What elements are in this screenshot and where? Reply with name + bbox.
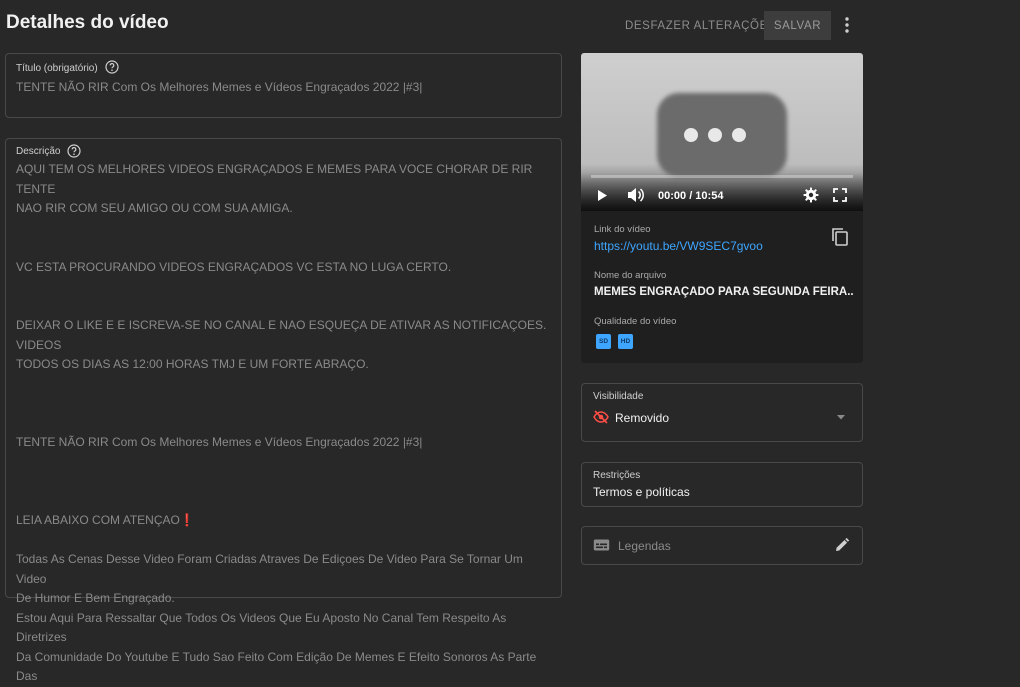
video-link-label: Link do vídeo (594, 224, 651, 235)
video-thumbnail (657, 93, 787, 177)
quality-label: Qualidade do vídeo (594, 316, 677, 327)
subtitles-field[interactable]: Legendas (581, 526, 863, 565)
subtitles-icon (593, 538, 610, 557)
restrictions-field: Restrições Termos e políticas (581, 462, 863, 507)
restrictions-label: Restrições (593, 470, 641, 481)
description-input[interactable]: AQUI TEM OS MELHORES VIDEOS ENGRAÇADOS E… (16, 160, 556, 687)
help-icon[interactable] (105, 60, 119, 74)
visibility-value: Removido (615, 411, 670, 425)
page-title: Detalhes do vídeo (6, 12, 169, 33)
undo-changes-button[interactable]: DESFAZER ALTERAÇÕES (620, 12, 781, 40)
page-header: Detalhes do vídeo DESFAZER ALTERAÇÕES SA… (0, 0, 1020, 50)
quality-badge-hd: HD (618, 334, 633, 349)
edit-pencil-icon[interactable] (834, 537, 850, 558)
title-label: Título (obrigatório) (16, 63, 98, 74)
volume-icon[interactable] (627, 187, 645, 208)
save-button[interactable]: SALVAR (764, 11, 831, 40)
title-input[interactable]: TENTE NÃO RIR Com Os Melhores Memes e Ví… (16, 80, 422, 94)
thumbnail-dot (684, 128, 698, 142)
eye-off-icon (593, 410, 609, 429)
video-player[interactable]: 00:00 / 10:54 (581, 53, 863, 211)
subtitles-label: Legendas (618, 539, 671, 553)
restrictions-value: Termos e políticas (593, 485, 690, 499)
fullscreen-icon[interactable] (833, 188, 847, 207)
thumbnail-dot (708, 128, 722, 142)
visibility-label: Visibilidade (593, 391, 644, 402)
help-icon[interactable] (67, 144, 81, 158)
settings-gear-icon[interactable] (803, 187, 819, 208)
dropdown-arrow-icon[interactable] (836, 408, 846, 426)
more-options-icon[interactable] (838, 14, 856, 36)
time-display: 00:00 / 10:54 (658, 190, 724, 202)
copy-icon[interactable] (831, 227, 849, 252)
filename-label: Nome do arquivo (594, 270, 667, 281)
description-label: Descrição (16, 146, 61, 157)
video-link[interactable]: https://youtu.be/VW9SEC7gvoo (594, 239, 763, 253)
visibility-dropdown[interactable]: Visibilidade Removido (581, 383, 863, 442)
filename-value: MEMES ENGRAÇADO PARA SEGUNDA FEIRA... (594, 286, 854, 298)
progress-bar[interactable] (591, 175, 853, 178)
video-info-card: 00:00 / 10:54 Link do vídeo https://yout… (581, 53, 863, 363)
play-icon[interactable] (597, 189, 608, 207)
title-field[interactable]: Título (obrigatório) TENTE NÃO RIR Com O… (5, 53, 562, 118)
thumbnail-dot (732, 128, 746, 142)
description-field[interactable]: Descrição AQUI TEM OS MELHORES VIDEOS EN… (5, 138, 562, 683)
quality-badge-sd: SD (596, 334, 611, 349)
